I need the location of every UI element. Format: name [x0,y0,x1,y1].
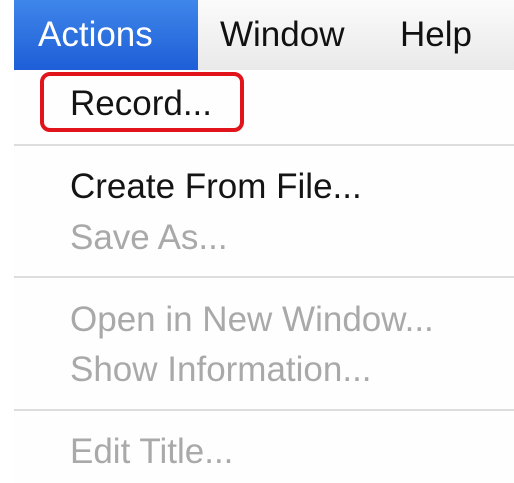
screenshot-frame: Actions Window Help Record... Create Fro… [0,0,514,483]
menu-separator [14,144,514,146]
menu-separator [14,409,514,411]
menu-item-create-from-file[interactable]: Create From File... [70,169,362,204]
menu-separator [14,276,514,278]
menu-bar: Actions Window Help [14,0,514,71]
menu-item-edit-title: Edit Title... [70,432,234,471]
menu-window[interactable]: Window [198,0,386,70]
actions-dropdown-menu: Record... Create From File... Save As...… [14,70,514,483]
menu-item-save-as: Save As... [70,218,228,257]
menu-actions[interactable]: Actions [14,0,198,70]
menu-help[interactable]: Help [386,0,496,70]
menu-item-record[interactable]: Record... [70,86,212,121]
menu-item-show-information: Show Information... [70,350,372,389]
menu-item-open-in-new-window: Open in New Window... [70,300,434,339]
